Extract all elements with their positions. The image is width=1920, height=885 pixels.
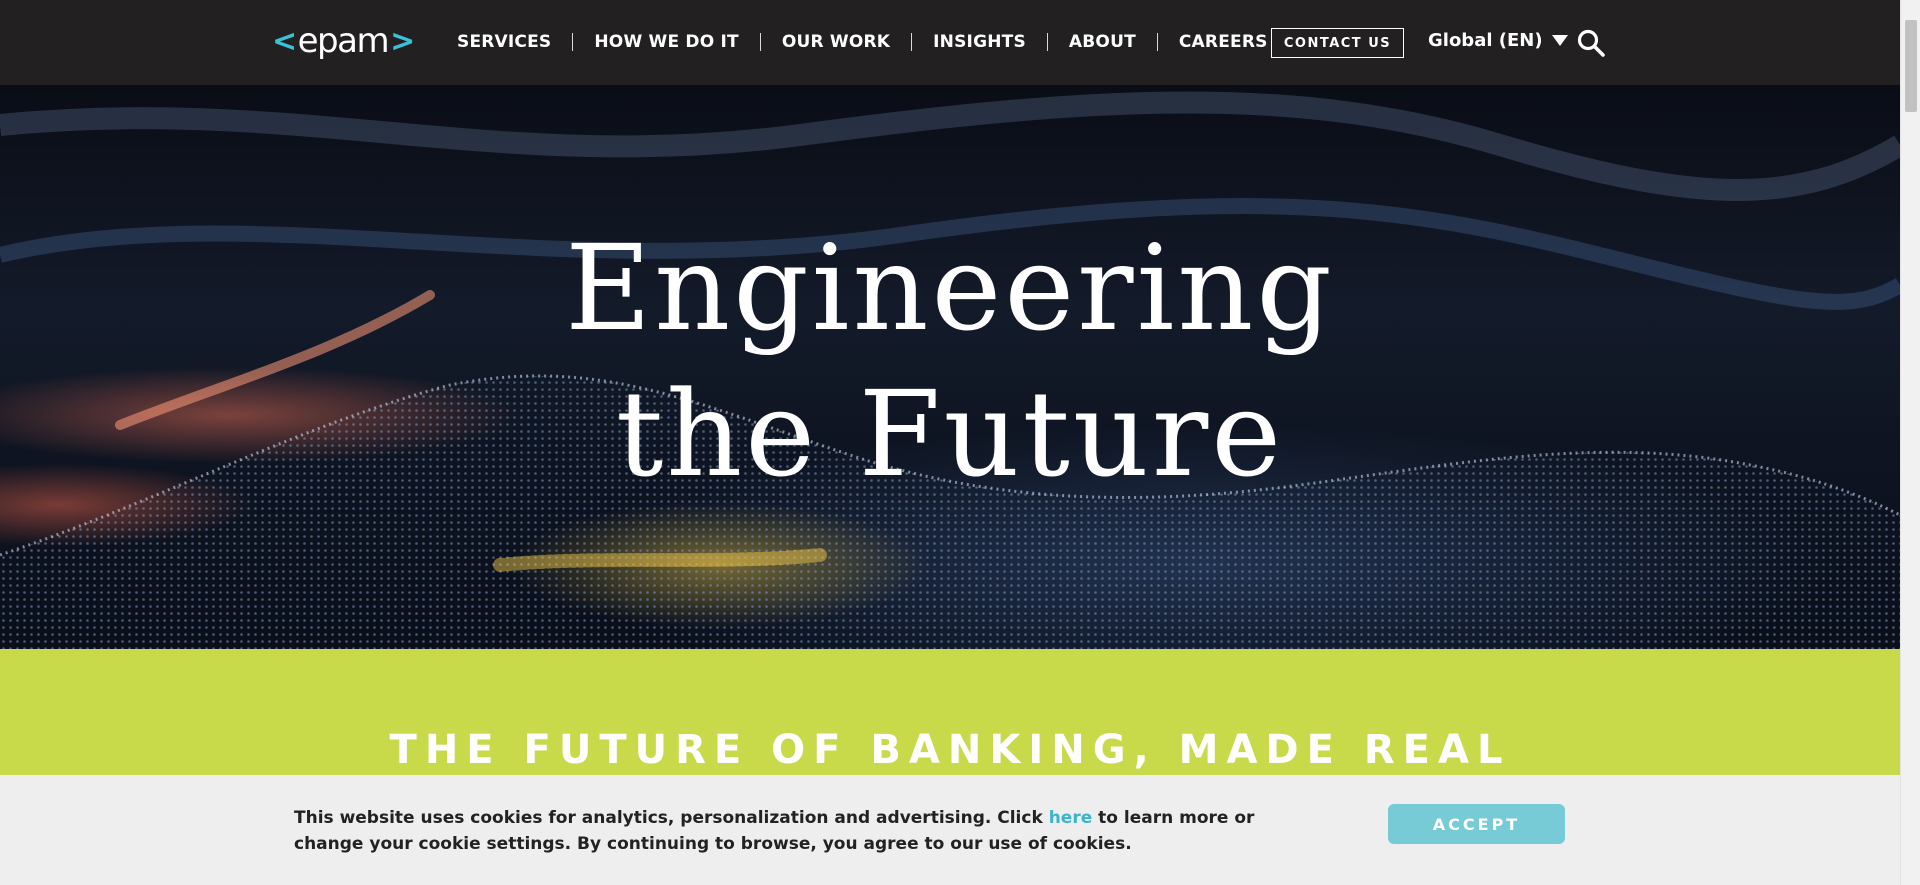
nav-item-careers[interactable]: CAREERS [1158, 32, 1289, 52]
hero-title-line2: the Future [615, 365, 1285, 503]
nav-item-about[interactable]: ABOUT [1048, 32, 1157, 52]
band-title[interactable]: THE FUTURE OF BANKING, MADE REAL [0, 727, 1900, 773]
site-header: < epam > SERVICES HOW WE DO IT OUR WORK … [0, 0, 1900, 85]
nav-item-our-work[interactable]: OUR WORK [761, 32, 911, 52]
hero-title: Engineering the Future [0, 215, 1900, 507]
hero-banner: Engineering the Future [0, 85, 1900, 649]
cookie-settings-link[interactable]: here [1049, 808, 1093, 828]
logo-left-bracket: < [272, 23, 297, 59]
logo-text: epam [297, 21, 390, 61]
language-selector[interactable]: Global (EN) [1428, 30, 1568, 51]
nav-item-services[interactable]: SERVICES [436, 32, 572, 52]
epam-logo[interactable]: < epam > [272, 20, 415, 62]
featured-band: THE FUTURE OF BANKING, MADE REAL [0, 649, 1900, 775]
page-scrollbar[interactable] [1900, 0, 1920, 885]
accept-cookies-button[interactable]: ACCEPT [1388, 804, 1565, 844]
logo-right-bracket: > [390, 23, 415, 59]
search-icon[interactable] [1576, 28, 1606, 58]
cookie-message: This website uses cookies for analytics,… [294, 805, 1314, 857]
scrollbar-thumb[interactable] [1905, 20, 1917, 112]
main-nav: SERVICES HOW WE DO IT OUR WORK INSIGHTS … [436, 30, 1289, 54]
caret-down-icon [1551, 35, 1568, 46]
cookie-banner: This website uses cookies for analytics,… [0, 775, 1900, 885]
cookie-text-before: This website uses cookies for analytics,… [294, 808, 1049, 828]
hero-title-line1: Engineering [565, 219, 1335, 357]
language-label: Global (EN) [1428, 30, 1543, 51]
nav-item-insights[interactable]: INSIGHTS [912, 32, 1047, 52]
contact-us-button[interactable]: CONTACT US [1271, 28, 1404, 58]
nav-item-how-we-do-it[interactable]: HOW WE DO IT [573, 32, 759, 52]
